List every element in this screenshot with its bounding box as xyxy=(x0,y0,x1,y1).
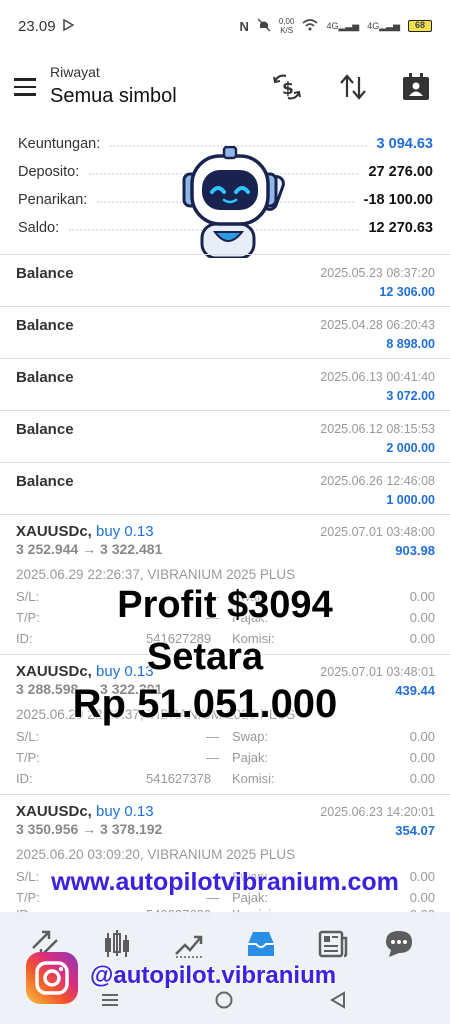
swap-label: Swap: xyxy=(232,729,269,744)
tp-label: T/P: xyxy=(16,750,40,765)
deal-type: Balance xyxy=(16,421,74,438)
history-icon[interactable] xyxy=(243,926,279,962)
instagram-icon xyxy=(26,952,78,1004)
deal-type: Balance xyxy=(16,317,74,334)
summary-value: -18 100.00 xyxy=(363,192,433,208)
app-bar: Riwayat Semua simbol $ xyxy=(0,52,450,122)
robot-mascot-icon xyxy=(180,145,290,260)
net-speed: 0,00 K/S xyxy=(279,17,295,35)
deal-type: Balance xyxy=(16,369,74,386)
deal-amount: 2 000.00 xyxy=(386,441,435,455)
deal-date: 2025.06.26 12:46:08 xyxy=(320,474,435,488)
deal-date: 2025.06.13 00:41:40 xyxy=(320,370,435,384)
deal-date: 2025.05.23 08:37:20 xyxy=(320,266,435,280)
deal-date: 2025.06.12 08:15:53 xyxy=(320,422,435,436)
trade-side: buy 0.13 xyxy=(96,803,154,820)
trade-open-info: 2025.06.20 03:09:20, VIBRANIUM 2025 PLUS xyxy=(16,847,296,862)
list-item[interactable]: Balance 2025.05.23 08:37:20 12 306.00 xyxy=(0,255,450,307)
trade-row[interactable]: XAUUSDc, buy 0.13 3 350.956 → 3 378.192 … xyxy=(0,795,450,922)
trade-profit: 903.98 xyxy=(395,543,435,558)
deal-amount: 8 898.00 xyxy=(386,337,435,351)
list-item[interactable]: Balance 2025.06.13 00:41:40 3 072.00 xyxy=(0,359,450,411)
tax-value: 0.00 xyxy=(409,750,435,765)
svg-text:$: $ xyxy=(282,79,294,99)
symbol-text: XAUUSDc, xyxy=(16,523,92,540)
mute-icon xyxy=(257,18,271,35)
summary-panel: Keuntungan: 3 094.63 Deposito: 27 276.00… xyxy=(0,130,450,260)
sl-value: — xyxy=(206,729,219,744)
deal-amount: 3 072.00 xyxy=(386,389,435,403)
net-speed-value: 0,00 xyxy=(278,17,295,26)
trade-close-date: 2025.07.01 03:48:00 xyxy=(320,525,435,539)
trade-icon[interactable] xyxy=(171,926,207,962)
list-item[interactable]: Balance 2025.06.26 12:46:08 1 000.00 xyxy=(0,463,450,515)
calendar-icon[interactable] xyxy=(399,70,433,104)
tax-label: Pajak: xyxy=(232,750,269,765)
summary-value: 27 276.00 xyxy=(368,164,433,180)
home-icon[interactable] xyxy=(214,990,234,1010)
battery-icon: 68 xyxy=(408,20,432,32)
list-item[interactable]: Balance 2025.06.12 08:15:53 2 000.00 xyxy=(0,411,450,463)
play-icon xyxy=(62,18,75,35)
recent-apps-icon[interactable] xyxy=(100,992,120,1008)
trade-prices: 3 350.956 → 3 378.192 xyxy=(16,821,163,837)
commission-label: Komisi: xyxy=(232,771,275,786)
deal-type: Balance xyxy=(16,265,74,282)
signal-label-2: 4G xyxy=(367,20,380,31)
signal-icon-2: 4G▂▃▅ xyxy=(367,20,400,31)
summary-label: Deposito: xyxy=(18,164,80,180)
page-subtitle: Riwayat xyxy=(50,64,100,80)
summary-label: Penarikan: xyxy=(18,192,88,208)
website-watermark: www.autopilotvibranium.com xyxy=(51,868,399,896)
nfc-icon: N xyxy=(239,18,249,34)
trade-symbol: XAUUSDc, buy 0.13 xyxy=(16,523,154,540)
trade-open-info: 2025.06.29 22:26:37, VIBRANIUM 2025 PLUS xyxy=(16,567,296,582)
sort-icon[interactable] xyxy=(336,70,370,104)
trade-prices: 3 252.944 → 3 322.481 xyxy=(16,541,163,557)
chart-icon[interactable] xyxy=(99,926,135,962)
promo-rupiah-text: Rp 51.051.000 xyxy=(72,682,338,726)
trade-side: buy 0.13 xyxy=(96,523,154,540)
trade-symbol: XAUUSDc, buy 0.13 xyxy=(16,803,154,820)
summary-value: 3 094.63 xyxy=(376,136,433,152)
symbol-text: XAUUSDc, xyxy=(16,803,92,820)
id-value: 541627378 xyxy=(146,771,212,786)
status-bar: 23.09 N 0,00 K/S 4G▂▃▅ 4G▂▃▅ 68 xyxy=(0,0,450,52)
signal-icon-1: 4G▂▃▅ xyxy=(326,20,360,31)
summary-label: Keuntungan: xyxy=(18,136,101,152)
tp-value: — xyxy=(206,750,219,765)
sl-label: S/L: xyxy=(16,729,40,744)
deal-amount: 12 306.00 xyxy=(379,285,435,299)
trade-profit: 354.07 xyxy=(395,823,435,838)
promo-profit-text: Profit $3094 xyxy=(117,584,333,626)
instagram-handle: @autopilot.vibranium xyxy=(90,962,337,989)
menu-icon[interactable] xyxy=(14,78,36,96)
swap-value: 0.00 xyxy=(409,729,435,744)
back-icon[interactable] xyxy=(328,990,348,1010)
chat-icon[interactable] xyxy=(381,926,417,962)
summary-label: Saldo: xyxy=(18,220,60,236)
currency-exchange-icon[interactable]: $ xyxy=(270,70,304,104)
deal-type: Balance xyxy=(16,473,74,490)
list-item[interactable]: Balance 2025.04.28 06:20:43 8 898.00 xyxy=(0,307,450,359)
page-title[interactable]: Semua simbol xyxy=(50,85,177,108)
commission-value: 0.00 xyxy=(409,771,435,786)
signal-label-1: 4G xyxy=(326,20,339,31)
summary-value: 12 270.63 xyxy=(368,220,433,236)
status-time: 23.09 xyxy=(18,17,56,35)
promo-equal-text: Setara xyxy=(146,636,264,678)
trade-close-date: 2025.06.23 14:20:01 xyxy=(320,805,435,819)
deal-date: 2025.04.28 06:20:43 xyxy=(320,318,435,332)
net-speed-unit: K/S xyxy=(280,26,294,35)
commission-value: 0.00 xyxy=(409,631,435,646)
deal-amount: 1 000.00 xyxy=(386,493,435,507)
wifi-icon xyxy=(302,18,318,34)
news-icon[interactable] xyxy=(315,926,351,962)
id-label: ID: xyxy=(16,771,33,786)
